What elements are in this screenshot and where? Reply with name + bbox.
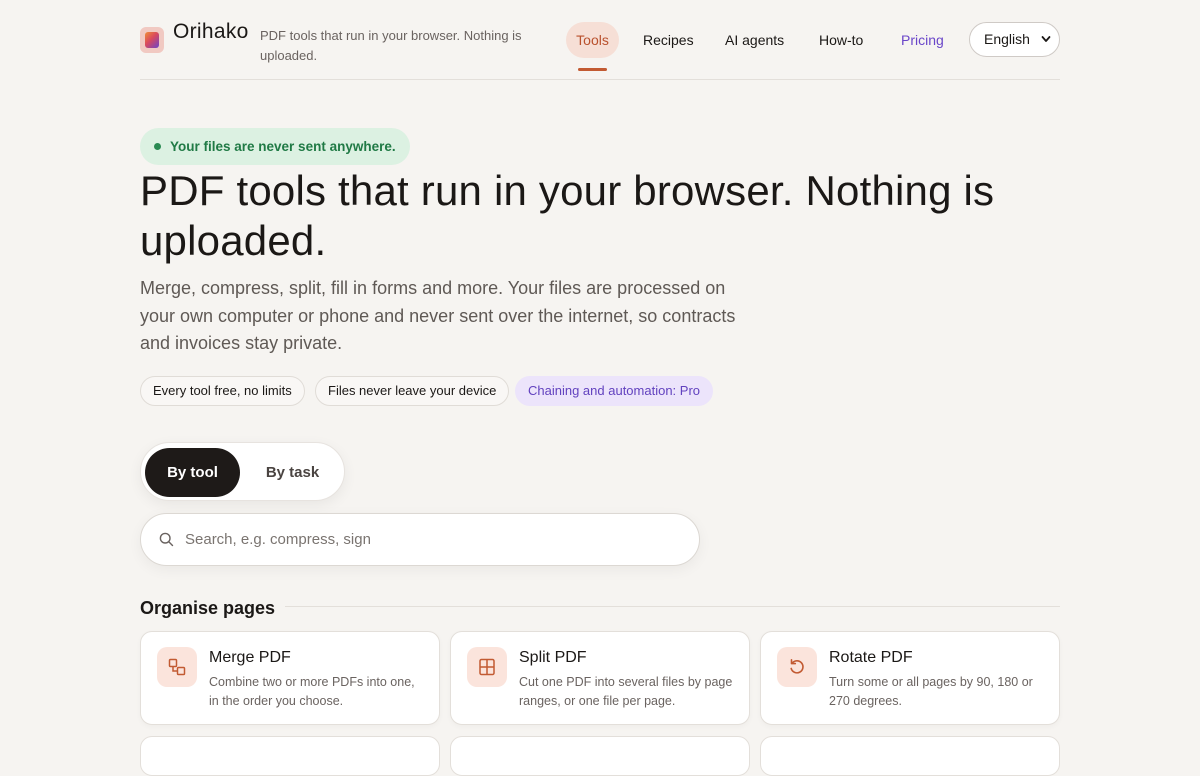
site-header: Orihako PDF tools that run in your brows… bbox=[140, 0, 1060, 80]
toggle-by-task[interactable]: By task bbox=[245, 448, 340, 497]
brand-tagline: PDF tools that run in your browser. Noth… bbox=[260, 28, 522, 63]
view-toggle: By tool By task bbox=[140, 442, 345, 501]
tool-card-title: Merge PDF bbox=[209, 649, 291, 666]
nav-tools[interactable]: Tools bbox=[566, 22, 619, 58]
privacy-badge: Your files are never sent anywhere. bbox=[140, 128, 410, 165]
chevron-down-icon bbox=[1041, 23, 1051, 70]
toggle-by-tool[interactable]: By tool bbox=[145, 448, 240, 497]
tool-search bbox=[140, 513, 700, 566]
section-title-organise-pages: Organise pages bbox=[140, 598, 276, 618]
privacy-badge-text: Your files are never sent anywhere. bbox=[170, 139, 396, 154]
status-dot-icon bbox=[154, 143, 161, 150]
tool-card-title: Rotate PDF bbox=[829, 649, 913, 666]
tool-card-partial[interactable] bbox=[450, 736, 750, 776]
language-select[interactable]: English bbox=[969, 22, 1060, 57]
language-select-value: English bbox=[984, 31, 1030, 47]
nav-how-to[interactable]: How-to bbox=[819, 22, 863, 58]
tool-card-partial[interactable] bbox=[140, 736, 440, 776]
nav-ai-agents[interactable]: AI agents bbox=[725, 22, 784, 58]
search-input[interactable] bbox=[185, 514, 685, 565]
brand-logo-icon[interactable] bbox=[140, 27, 164, 53]
rotate-icon bbox=[777, 647, 817, 687]
split-icon bbox=[467, 647, 507, 687]
page-title: PDF tools that run in your browser. Noth… bbox=[140, 167, 995, 264]
feature-chip-pro[interactable]: Chaining and automation: Pro bbox=[515, 376, 714, 406]
nav-active-indicator bbox=[578, 68, 607, 71]
feature-chip-local: Files never leave your device bbox=[315, 376, 510, 406]
tool-card-title: Split PDF bbox=[519, 649, 587, 666]
search-icon bbox=[159, 532, 174, 547]
tool-card-split-pdf[interactable]: Split PDF Cut one PDF into several files… bbox=[450, 631, 750, 725]
nav-pricing[interactable]: Pricing bbox=[901, 22, 944, 58]
nav-recipes[interactable]: Recipes bbox=[643, 22, 694, 58]
page-subtitle: Merge, compress, split, fill in forms an… bbox=[140, 278, 736, 353]
brand-name[interactable]: Orihako bbox=[173, 20, 249, 44]
tool-card-merge-pdf[interactable]: Merge PDF Combine two or more PDFs into … bbox=[140, 631, 440, 725]
tool-card-rotate-pdf[interactable]: Rotate PDF Turn some or all pages by 90,… bbox=[760, 631, 1060, 725]
section-divider bbox=[285, 606, 1060, 607]
tool-card-description: Combine two or more PDFs into one, in th… bbox=[209, 675, 415, 708]
merge-icon bbox=[157, 647, 197, 687]
feature-chip-free: Every tool free, no limits bbox=[140, 376, 305, 406]
tool-card-description: Cut one PDF into several files by page r… bbox=[519, 675, 733, 708]
tool-card-description: Turn some or all pages by 90, 180 or 270… bbox=[829, 675, 1033, 708]
tool-card-partial[interactable] bbox=[760, 736, 1060, 776]
